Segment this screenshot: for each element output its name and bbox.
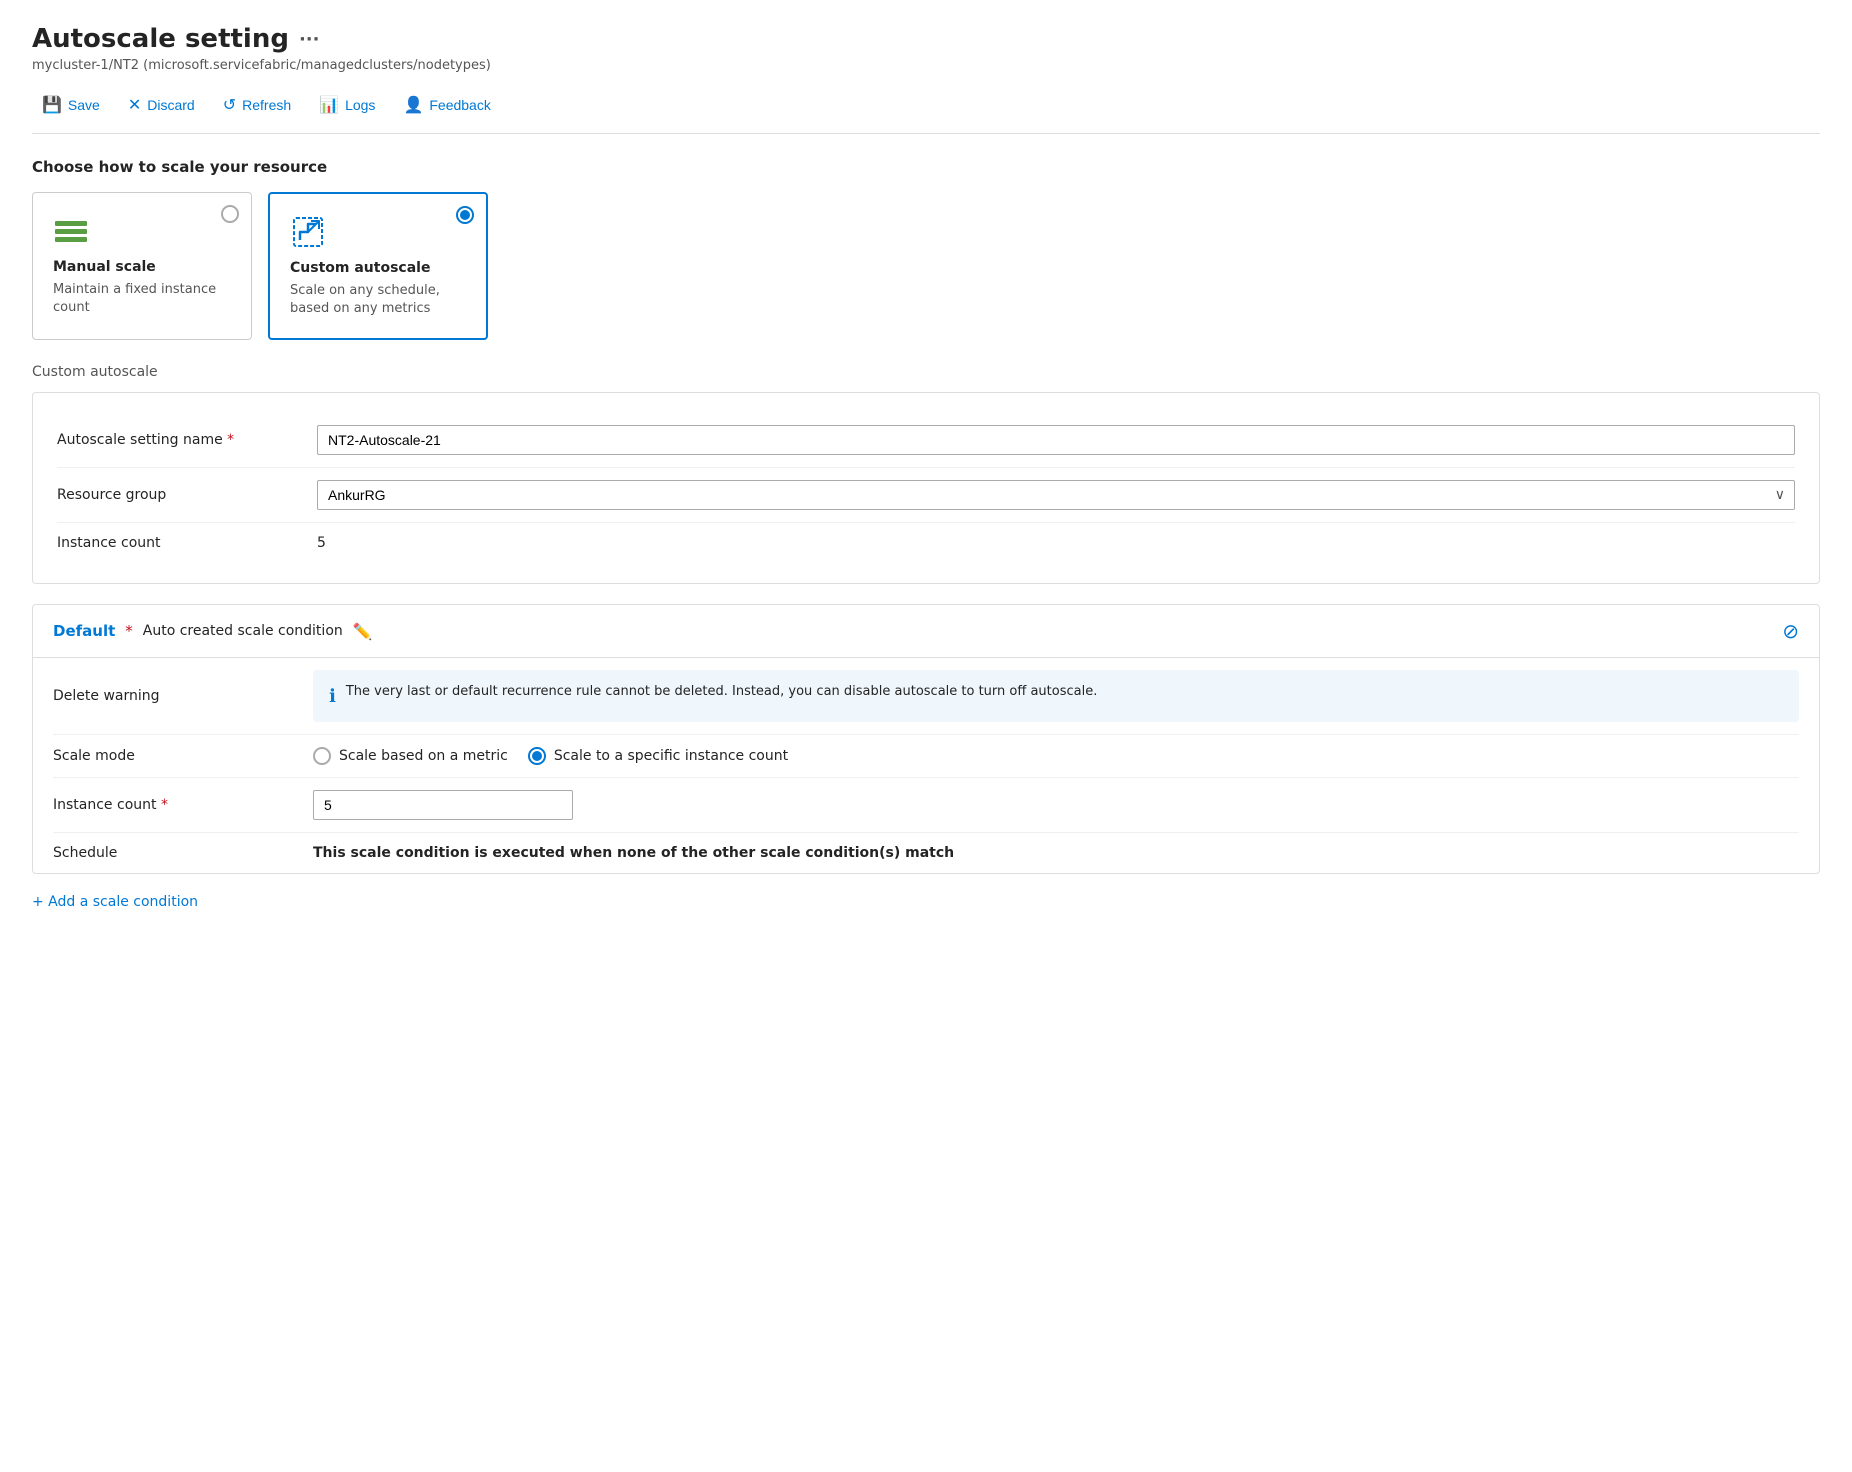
form-row-resource-group: Resource group AnkurRG ∨ xyxy=(57,468,1795,523)
condition-instance-count-required-mark: * xyxy=(161,797,168,813)
scale-options: Manual scale Maintain a fixed instance c… xyxy=(32,192,1820,340)
form-row-instance-count: Instance count 5 xyxy=(57,523,1795,563)
discard-icon: ✕ xyxy=(128,95,141,115)
form-row-scale-mode: Scale mode Scale based on a metric Scale… xyxy=(53,735,1799,778)
scale-metric-label: Scale based on a metric xyxy=(339,748,508,764)
scale-specific-radio[interactable] xyxy=(528,747,546,765)
form-label-instance-count: Instance count xyxy=(57,535,317,551)
disable-condition-icon[interactable]: ⊘ xyxy=(1782,619,1799,643)
form-control-scale-mode: Scale based on a metric Scale to a speci… xyxy=(313,747,1799,765)
form-row-name: Autoscale setting name * xyxy=(57,413,1795,468)
choose-scale-heading: Choose how to scale your resource xyxy=(32,158,1820,176)
add-condition-label: + Add a scale condition xyxy=(32,894,198,910)
toolbar: 💾 Save ✕ Discard ↺ Refresh 📊 Logs 👤 Feed… xyxy=(32,89,1820,134)
condition-section: Default * Auto created scale condition ✏… xyxy=(32,604,1820,874)
custom-autoscale-card[interactable]: Custom autoscale Scale on any schedule, … xyxy=(268,192,488,340)
page-subtitle: mycluster-1/NT2 (microsoft.servicefabric… xyxy=(32,58,1820,73)
name-required-mark: * xyxy=(227,432,234,448)
condition-default-label: Default xyxy=(53,622,115,640)
refresh-button[interactable]: ↺ Refresh xyxy=(213,89,301,121)
logs-icon: 📊 xyxy=(319,95,339,115)
refresh-icon: ↺ xyxy=(223,95,236,115)
info-icon: ℹ xyxy=(329,683,336,710)
edit-condition-icon[interactable]: ✏️ xyxy=(353,622,373,641)
scale-specific-label: Scale to a specific instance count xyxy=(554,748,788,764)
form-label-resource-group: Resource group xyxy=(57,487,317,503)
condition-name: Auto created scale condition xyxy=(143,623,343,639)
form-label-schedule: Schedule xyxy=(53,845,313,861)
form-control-delete-warning: ℹ The very last or default recurrence ru… xyxy=(313,670,1799,722)
manual-scale-icon xyxy=(53,213,89,249)
feedback-label: Feedback xyxy=(429,97,490,113)
form-control-instance-count: 5 xyxy=(317,535,1795,551)
custom-autoscale-label: Custom autoscale xyxy=(32,364,1820,380)
save-icon: 💾 xyxy=(42,95,62,115)
instance-count-value: 5 xyxy=(317,535,326,551)
discard-button[interactable]: ✕ Discard xyxy=(118,89,205,121)
page-title: Autoscale setting ··· xyxy=(32,24,1820,54)
condition-instance-count-input[interactable] xyxy=(313,790,573,820)
delete-warning-text: The very last or default recurrence rule… xyxy=(346,682,1098,702)
form-label-condition-instance-count: Instance count * xyxy=(53,797,313,813)
custom-autoscale-title: Custom autoscale xyxy=(290,260,466,276)
manual-scale-title: Manual scale xyxy=(53,259,231,275)
form-label-scale-mode: Scale mode xyxy=(53,748,313,764)
feedback-button[interactable]: 👤 Feedback xyxy=(393,89,500,121)
form-row-schedule: Schedule This scale condition is execute… xyxy=(53,833,1799,873)
scale-metric-option[interactable]: Scale based on a metric xyxy=(313,747,508,765)
custom-autoscale-icon xyxy=(290,214,326,250)
condition-body: Delete warning ℹ The very last or defaul… xyxy=(33,658,1819,873)
form-row-condition-instance-count: Instance count * xyxy=(53,778,1799,833)
schedule-text: This scale condition is executed when no… xyxy=(313,845,954,861)
form-control-resource-group: AnkurRG ∨ xyxy=(317,480,1795,510)
condition-header: Default * Auto created scale condition ✏… xyxy=(33,605,1819,658)
custom-autoscale-desc: Scale on any schedule, based on any metr… xyxy=(290,282,466,318)
add-condition-link[interactable]: + Add a scale condition xyxy=(32,894,1820,910)
resource-group-select-wrapper: AnkurRG ∨ xyxy=(317,480,1795,510)
manual-scale-desc: Maintain a fixed instance count xyxy=(53,281,231,317)
discard-label: Discard xyxy=(147,97,194,113)
form-label-name: Autoscale setting name * xyxy=(57,432,317,448)
scale-mode-radio-group: Scale based on a metric Scale to a speci… xyxy=(313,747,1799,765)
refresh-label: Refresh xyxy=(242,97,291,113)
form-control-name xyxy=(317,425,1795,455)
condition-required-mark: * xyxy=(125,622,133,640)
manual-scale-card[interactable]: Manual scale Maintain a fixed instance c… xyxy=(32,192,252,340)
autoscale-name-input[interactable] xyxy=(317,425,1795,455)
form-label-delete-warning: Delete warning xyxy=(53,688,313,704)
autoscale-form-section: Autoscale setting name * Resource group … xyxy=(32,392,1820,584)
more-options-icon[interactable]: ··· xyxy=(299,29,320,50)
custom-autoscale-radio[interactable] xyxy=(456,206,474,224)
save-button[interactable]: 💾 Save xyxy=(32,89,110,121)
logs-label: Logs xyxy=(345,97,375,113)
manual-scale-radio[interactable] xyxy=(221,205,239,223)
delete-warning-alert: ℹ The very last or default recurrence ru… xyxy=(313,670,1799,722)
form-control-condition-instance-count xyxy=(313,790,1799,820)
scale-specific-option[interactable]: Scale to a specific instance count xyxy=(528,747,788,765)
scale-metric-radio[interactable] xyxy=(313,747,331,765)
form-row-delete-warning: Delete warning ℹ The very last or defaul… xyxy=(53,658,1799,735)
title-text: Autoscale setting xyxy=(32,24,289,54)
resource-group-select[interactable]: AnkurRG xyxy=(317,480,1795,510)
form-control-schedule: This scale condition is executed when no… xyxy=(313,845,1799,861)
save-label: Save xyxy=(68,97,100,113)
feedback-icon: 👤 xyxy=(403,95,423,115)
logs-button[interactable]: 📊 Logs xyxy=(309,89,385,121)
